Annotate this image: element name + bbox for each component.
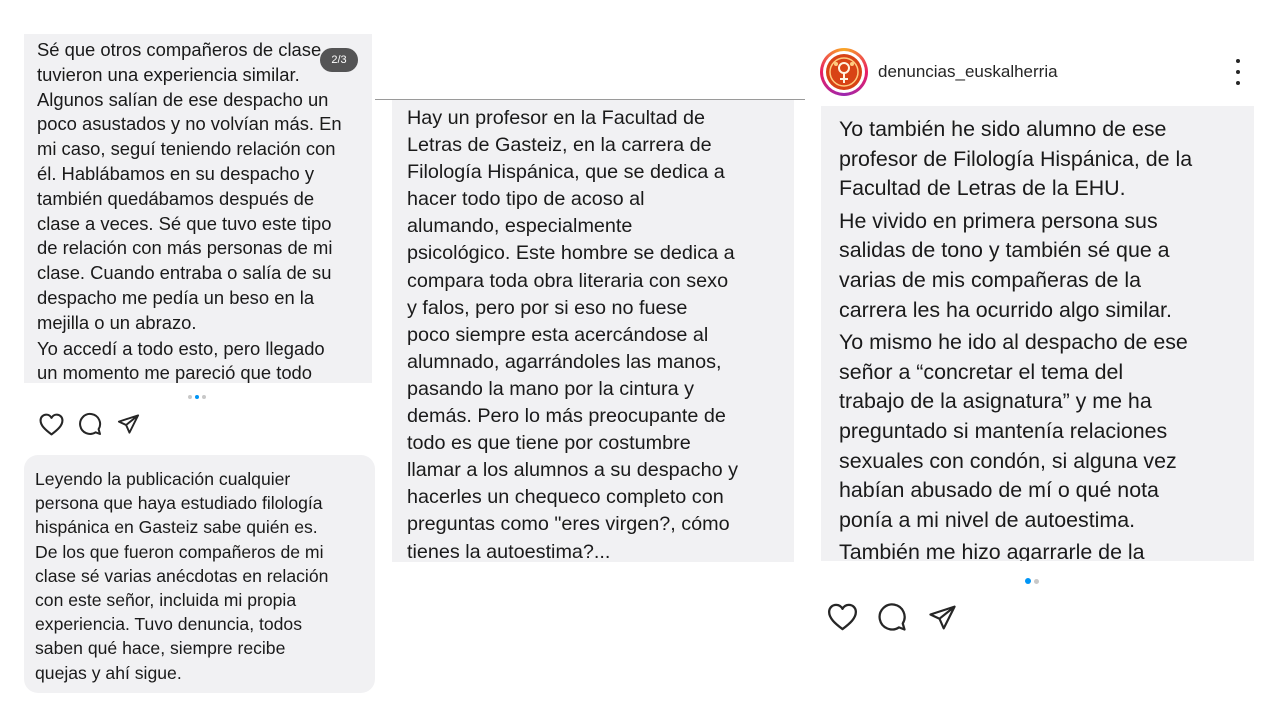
comment-card: Leyendo la publicación cualquier persona… bbox=[24, 455, 375, 693]
share-icon[interactable] bbox=[115, 411, 141, 437]
comment-icon[interactable] bbox=[876, 602, 908, 632]
carousel-dot[interactable] bbox=[188, 395, 192, 399]
like-icon[interactable] bbox=[38, 411, 64, 437]
carousel-indicator bbox=[1025, 578, 1039, 584]
more-options-icon[interactable] bbox=[1234, 59, 1242, 85]
post-text-paragraph: Sé que otros compañeros de clase tuviero… bbox=[37, 39, 342, 333]
carousel-dot-active[interactable] bbox=[1025, 578, 1031, 584]
carousel-indicator bbox=[188, 395, 206, 399]
carousel-counter-badge: 2/3 bbox=[320, 48, 358, 72]
username[interactable]: denuncias_euskalherria bbox=[878, 62, 1058, 82]
post-text-card: Hay un profesor en la Facultad de Letras… bbox=[392, 100, 794, 562]
post-text-paragraph: También me hizo agarrarle de la bbox=[839, 540, 1145, 561]
carousel-dot-active[interactable] bbox=[195, 395, 199, 399]
post-text-paragraph: Yo mismo he ido al despacho de ese señor… bbox=[839, 330, 1188, 532]
post-actions-bar bbox=[826, 602, 958, 632]
post-actions-bar bbox=[38, 411, 141, 437]
carousel-dot[interactable] bbox=[202, 395, 206, 399]
carousel-dot[interactable] bbox=[1034, 578, 1039, 584]
post-header: denuncias_euskalherria bbox=[820, 45, 1250, 100]
post-text-card: Yo también he sido alumno de ese profeso… bbox=[821, 106, 1254, 561]
post-text-paragraph: Yo accedí a todo esto, pero llegado un m… bbox=[37, 337, 325, 383]
post-text-paragraph: Yo también he sido alumno de ese profeso… bbox=[839, 117, 1193, 201]
like-icon[interactable] bbox=[826, 602, 858, 632]
profile-logo-icon bbox=[829, 57, 859, 87]
post-text-paragraph: He vivido en primera persona sus salidas… bbox=[839, 208, 1172, 322]
comment-icon[interactable] bbox=[77, 411, 103, 437]
share-icon[interactable] bbox=[926, 602, 958, 632]
post-text-card: Sé que otros compañeros de clase tuviero… bbox=[24, 34, 372, 383]
avatar[interactable] bbox=[820, 48, 868, 96]
